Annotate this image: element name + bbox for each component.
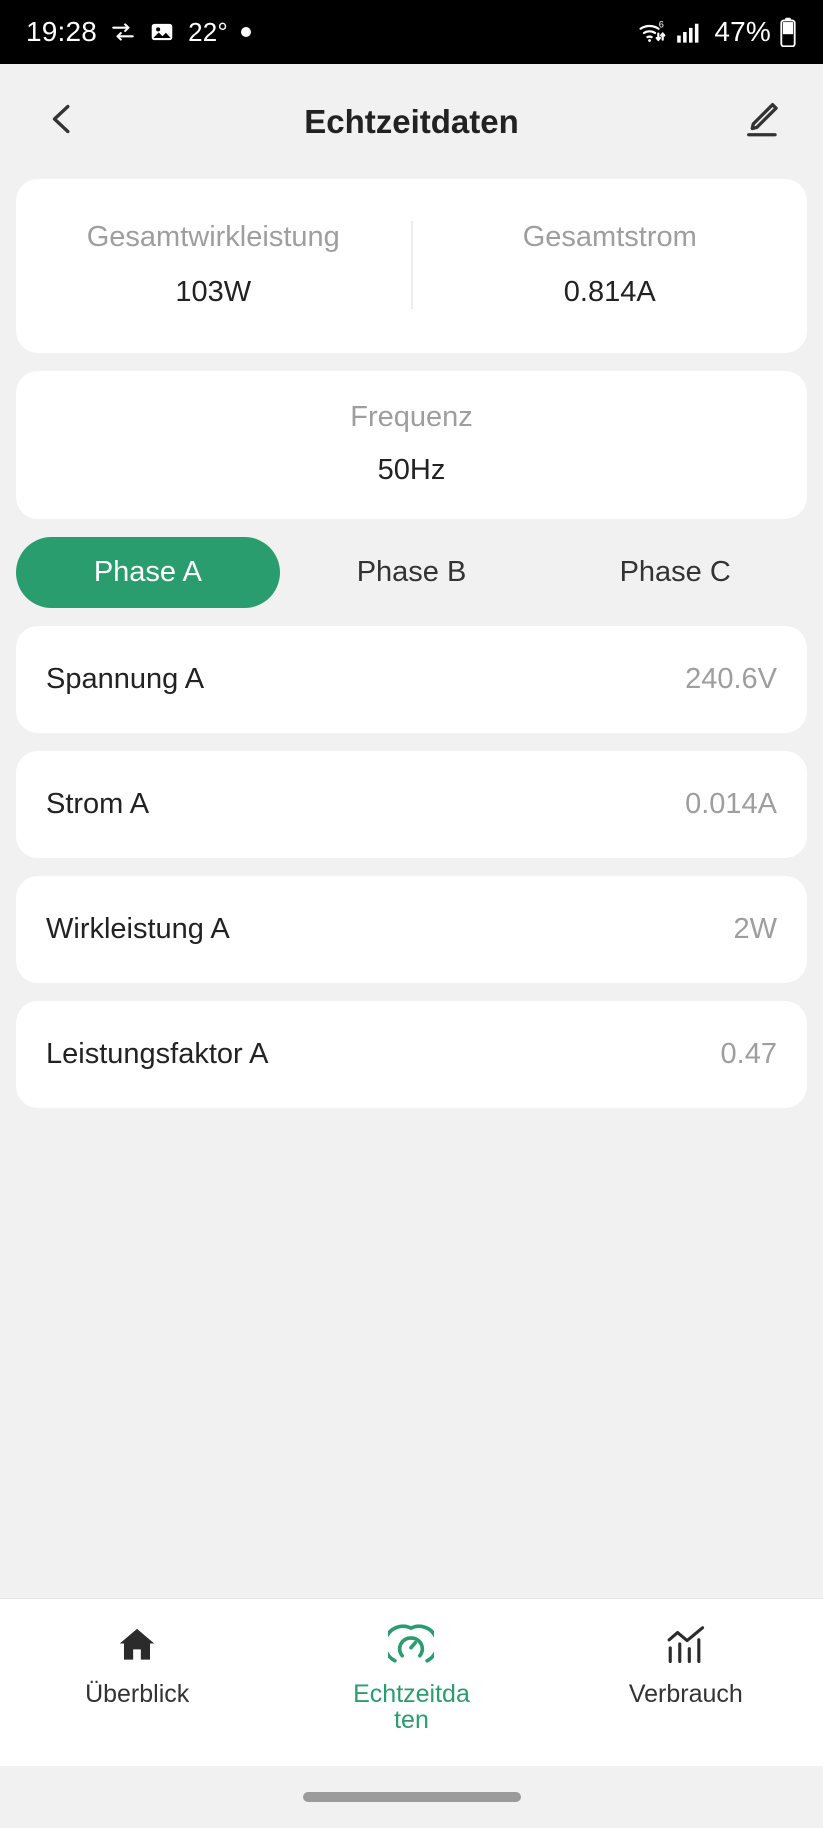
frequency-card: Frequenz 50Hz [16, 371, 807, 519]
bottom-navigation: Überblick Echtzeitdaten Verbrauch [0, 1598, 823, 1766]
measurement-label: Leistungsfaktor A [46, 1038, 269, 1070]
total-power-label: Gesamtwirkleistung [86, 221, 340, 253]
measurement-value: 240.6V [685, 663, 777, 695]
status-bar-right: 6 47% [638, 16, 797, 48]
svg-text:6: 6 [659, 19, 664, 29]
phone-screen: 19:28 22° 6 47% Echtzeitdaten Gesamtwirk… [0, 0, 823, 1828]
nav-label-uberblick: Überblick [85, 1680, 190, 1708]
measurement-value: 0.47 [720, 1038, 777, 1070]
tab-phase-a[interactable]: Phase A [16, 537, 280, 608]
nav-label-echtzeitdaten: Echtzeitdaten [353, 1680, 470, 1735]
measurement-label: Wirkleistung A [46, 913, 230, 945]
total-power-block: Gesamtwirkleistung 103W [16, 221, 413, 309]
total-current-label: Gesamtstrom [522, 221, 697, 253]
edit-pencil-icon [740, 98, 782, 145]
home-indicator[interactable] [302, 1792, 521, 1802]
nav-item-echtzeitdaten[interactable]: Echtzeitdaten [274, 1621, 548, 1734]
measurement-label: Spannung A [46, 663, 205, 695]
status-bar-left: 19:28 22° [26, 16, 251, 48]
table-row[interactable]: Leistungsfaktor A 0.47 [16, 1001, 807, 1108]
data-transfer-icon [110, 19, 136, 45]
tab-phase-c[interactable]: Phase C [543, 537, 807, 608]
frequency-label: Frequenz [350, 401, 473, 433]
table-row[interactable]: Spannung A 240.6V [16, 626, 807, 733]
nav-label-verbrauch: Verbrauch [628, 1680, 743, 1708]
app-bar: Echtzeitdaten [0, 64, 823, 179]
nav-item-uberblick[interactable]: Überblick [0, 1621, 274, 1707]
total-current-block: Gesamtstrom 0.814A [413, 221, 808, 309]
measurement-value: 2W [733, 913, 778, 945]
page-title: Echtzeitdaten [304, 102, 519, 140]
status-bar: 19:28 22° 6 47% [0, 0, 823, 64]
summary-card: Gesamtwirkleistung 103W Gesamtstrom 0.81… [16, 179, 807, 353]
back-chevron-icon [42, 99, 82, 144]
tab-phase-b[interactable]: Phase B [280, 537, 544, 608]
nav-item-verbrauch[interactable]: Verbrauch [549, 1621, 823, 1707]
battery-percentage: 47% [714, 16, 771, 47]
table-row[interactable]: Wirkleistung A 2W [16, 876, 807, 983]
measurement-label: Strom A [46, 788, 150, 820]
edit-button[interactable] [733, 94, 789, 150]
gesture-bar [0, 1766, 823, 1828]
back-button[interactable] [34, 94, 90, 150]
home-icon [115, 1621, 159, 1669]
total-power-value: 103W [175, 276, 252, 308]
wifi-6-icon: 6 [638, 18, 668, 46]
gauge-icon [388, 1621, 435, 1669]
battery-icon [779, 17, 797, 47]
table-row[interactable]: Strom A 0.014A [16, 751, 807, 858]
main-content: Gesamtwirkleistung 103W Gesamtstrom 0.81… [0, 179, 823, 1598]
image-icon [149, 19, 175, 45]
phase-tab-bar: Phase A Phase B Phase C [16, 537, 807, 608]
total-current-value: 0.814A [563, 276, 656, 308]
frequency-value: 50Hz [377, 454, 446, 486]
cellular-signal-icon [676, 20, 702, 44]
status-bar-temperature: 22° [188, 16, 228, 47]
status-bar-clock: 19:28 [26, 16, 98, 47]
dot-indicator-icon [241, 27, 251, 37]
bar-chart-icon [664, 1621, 708, 1669]
measurement-value: 0.014A [685, 788, 777, 820]
